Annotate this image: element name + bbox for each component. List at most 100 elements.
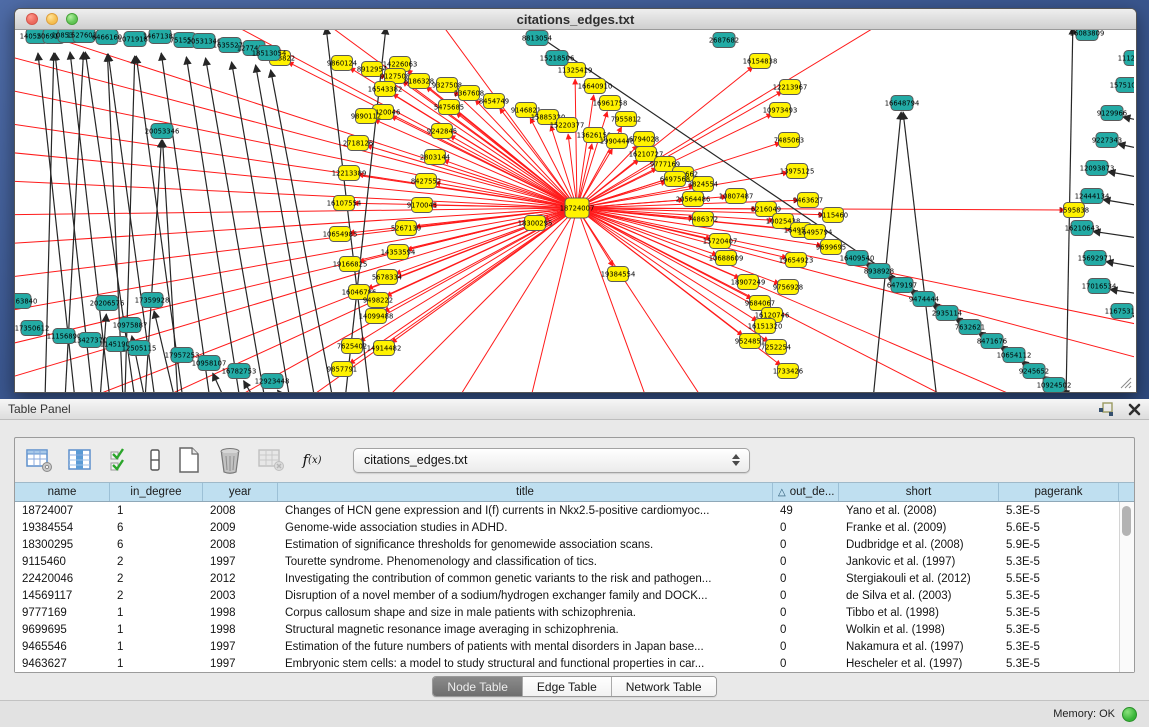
close-panel-icon[interactable] bbox=[1128, 403, 1141, 416]
table-cell[interactable]: Disruption of a novel member of a sodium… bbox=[278, 587, 773, 604]
table-cell[interactable]: 5.3E-5 bbox=[999, 604, 1119, 621]
citation-edge-black[interactable] bbox=[206, 58, 265, 392]
table-cell[interactable]: Structural magnetic resonance image aver… bbox=[278, 621, 773, 638]
table-scrollbar[interactable] bbox=[1119, 502, 1134, 672]
table-cell[interactable]: 0 bbox=[773, 621, 839, 638]
citation-edge-black[interactable] bbox=[1133, 316, 1134, 326]
table-cell[interactable]: Estimation of the future numbers of pati… bbox=[278, 638, 773, 655]
table-cell[interactable]: 9465546 bbox=[15, 638, 110, 655]
citation-edge-black[interactable] bbox=[277, 390, 285, 392]
table-cell[interactable]: 9777169 bbox=[15, 604, 110, 621]
citation-edge-red[interactable] bbox=[15, 150, 577, 208]
column-header-out_de[interactable]: △out_de... bbox=[773, 483, 839, 501]
table-cell[interactable]: 0 bbox=[773, 570, 839, 587]
table-cell[interactable]: 2009 bbox=[203, 519, 278, 536]
zoom-window-button[interactable] bbox=[66, 13, 78, 25]
table-cell[interactable]: Stergiakouli et al. (2012) bbox=[839, 570, 999, 587]
table-cell[interactable]: 5.6E-5 bbox=[999, 519, 1119, 536]
table-cell[interactable]: 1997 bbox=[203, 553, 278, 570]
network-canvas[interactable]: 7663822986012489129541422606391275081654… bbox=[15, 30, 1134, 392]
table-cell[interactable]: 22420046 bbox=[15, 570, 110, 587]
table-cell[interactable]: Yano et al. (2008) bbox=[839, 502, 999, 519]
table-cell[interactable]: Estimation of significance thresholds fo… bbox=[278, 536, 773, 553]
table-cell[interactable]: 1997 bbox=[203, 655, 278, 672]
table-cell[interactable]: 5.3E-5 bbox=[999, 655, 1119, 672]
table-cell[interactable]: 6 bbox=[110, 536, 203, 553]
table-cell[interactable]: 9115460 bbox=[15, 553, 110, 570]
table-cell[interactable]: 6 bbox=[110, 519, 203, 536]
table-cell[interactable]: 0 bbox=[773, 519, 839, 536]
citation-edge-black[interactable] bbox=[244, 381, 255, 392]
citation-edge-red[interactable] bbox=[15, 50, 577, 208]
table-row[interactable]: 1872400712008Changes of HCN gene express… bbox=[15, 502, 1119, 519]
citation-edge-red[interactable] bbox=[577, 208, 1134, 330]
column-header-name[interactable]: name bbox=[15, 483, 110, 501]
citation-edge-black[interactable] bbox=[1123, 117, 1134, 126]
memory-status-led[interactable] bbox=[1122, 707, 1137, 722]
network-view-window[interactable]: citations_edges.txt 76638229860124891295… bbox=[14, 8, 1137, 393]
citation-edge-red[interactable] bbox=[365, 208, 577, 392]
table-cell[interactable]: Dudbridge et al. (2008) bbox=[839, 536, 999, 553]
table-cell[interactable]: 9463627 bbox=[15, 655, 110, 672]
table-cell[interactable]: 9699695 bbox=[15, 621, 110, 638]
new-table-icon[interactable] bbox=[175, 446, 203, 474]
table-cell[interactable]: 5.9E-5 bbox=[999, 536, 1119, 553]
show-columns-icon[interactable] bbox=[66, 446, 94, 474]
table-cell[interactable]: Hescheler et al. (1997) bbox=[839, 655, 999, 672]
citation-edge-red[interactable] bbox=[575, 79, 577, 208]
table-cell[interactable]: 2012 bbox=[203, 570, 278, 587]
column-header-year[interactable]: year bbox=[203, 483, 278, 501]
table-cell[interactable]: Genome-wide association studies in ADHD. bbox=[278, 519, 773, 536]
table-cell[interactable]: 5.5E-5 bbox=[999, 570, 1119, 587]
citation-edge-black[interactable] bbox=[1093, 231, 1134, 242]
table-cell[interactable]: 1 bbox=[110, 655, 203, 672]
table-cell[interactable]: 49 bbox=[773, 502, 839, 519]
function-builder-icon[interactable]: f(x) bbox=[298, 446, 326, 474]
table-cell[interactable]: Wolkin et al. (1998) bbox=[839, 621, 999, 638]
table-row[interactable]: 969969511998Structural magnetic resonanc… bbox=[15, 621, 1119, 638]
citation-edge-red[interactable] bbox=[15, 208, 577, 215]
table-cell[interactable]: 5.3E-5 bbox=[999, 587, 1119, 604]
delete-table-icon[interactable] bbox=[216, 446, 244, 474]
table-cell[interactable]: 0 bbox=[773, 553, 839, 570]
column-header-pagerank[interactable]: pagerank bbox=[999, 483, 1119, 501]
citation-edge-red[interactable] bbox=[577, 95, 594, 208]
table-cell[interactable]: 2008 bbox=[203, 536, 278, 553]
table-cell[interactable]: Changes of HCN gene expression and I(f) … bbox=[278, 502, 773, 519]
citation-edge-red[interactable] bbox=[15, 30, 577, 208]
table-row[interactable]: 946362711997Embryonic stem cells: a mode… bbox=[15, 655, 1119, 672]
table-cell[interactable]: 2 bbox=[110, 553, 203, 570]
table-cell[interactable]: 19384554 bbox=[15, 519, 110, 536]
float-window-icon[interactable] bbox=[1098, 402, 1114, 416]
table-cell[interactable]: 0 bbox=[773, 587, 839, 604]
window-titlebar[interactable]: citations_edges.txt bbox=[15, 9, 1136, 30]
row-height-icon[interactable] bbox=[148, 446, 162, 474]
table-row[interactable]: 977716911998Corpus callosum shape and si… bbox=[15, 604, 1119, 621]
table-cell[interactable]: 1998 bbox=[203, 604, 278, 621]
table-row[interactable]: 911546021997Tourette syndrome. Phenomeno… bbox=[15, 553, 1119, 570]
table-cell[interactable]: Corpus callosum shape and size in male p… bbox=[278, 604, 773, 621]
minimize-window-button[interactable] bbox=[46, 13, 58, 25]
table-cell[interactable]: 5.3E-5 bbox=[999, 553, 1119, 570]
table-cell[interactable]: 2008 bbox=[203, 502, 278, 519]
citation-edge-red[interactable] bbox=[577, 208, 1134, 365]
table-cell[interactable]: 1 bbox=[110, 621, 203, 638]
citation-edge-red[interactable] bbox=[45, 208, 577, 392]
table-cell[interactable]: 18300295 bbox=[15, 536, 110, 553]
table-cell[interactable]: 0 bbox=[773, 638, 839, 655]
table-cell[interactable]: 5.3E-5 bbox=[999, 638, 1119, 655]
select-all-icon[interactable] bbox=[107, 446, 135, 474]
column-header-short[interactable]: short bbox=[839, 483, 999, 501]
column-header-title[interactable]: title bbox=[278, 483, 773, 501]
table-cell[interactable]: Tourette syndrome. Phenomenology and cla… bbox=[278, 553, 773, 570]
table-cell[interactable]: 1998 bbox=[203, 621, 278, 638]
citation-edge-black[interactable] bbox=[1118, 144, 1134, 154]
table-cell[interactable]: 0 bbox=[773, 536, 839, 553]
table-row[interactable]: 1938455462009Genome-wide association stu… bbox=[15, 519, 1119, 536]
column-header-in_degree[interactable]: in_degree bbox=[110, 483, 203, 501]
citation-edge-black[interactable] bbox=[1110, 289, 1134, 298]
table-cell[interactable]: Embryonic stem cells: a model to study s… bbox=[278, 655, 773, 672]
table-cell[interactable]: 5.3E-5 bbox=[999, 621, 1119, 638]
tab-network-table[interactable]: Network Table bbox=[612, 677, 716, 696]
table-cell[interactable]: 1997 bbox=[203, 638, 278, 655]
